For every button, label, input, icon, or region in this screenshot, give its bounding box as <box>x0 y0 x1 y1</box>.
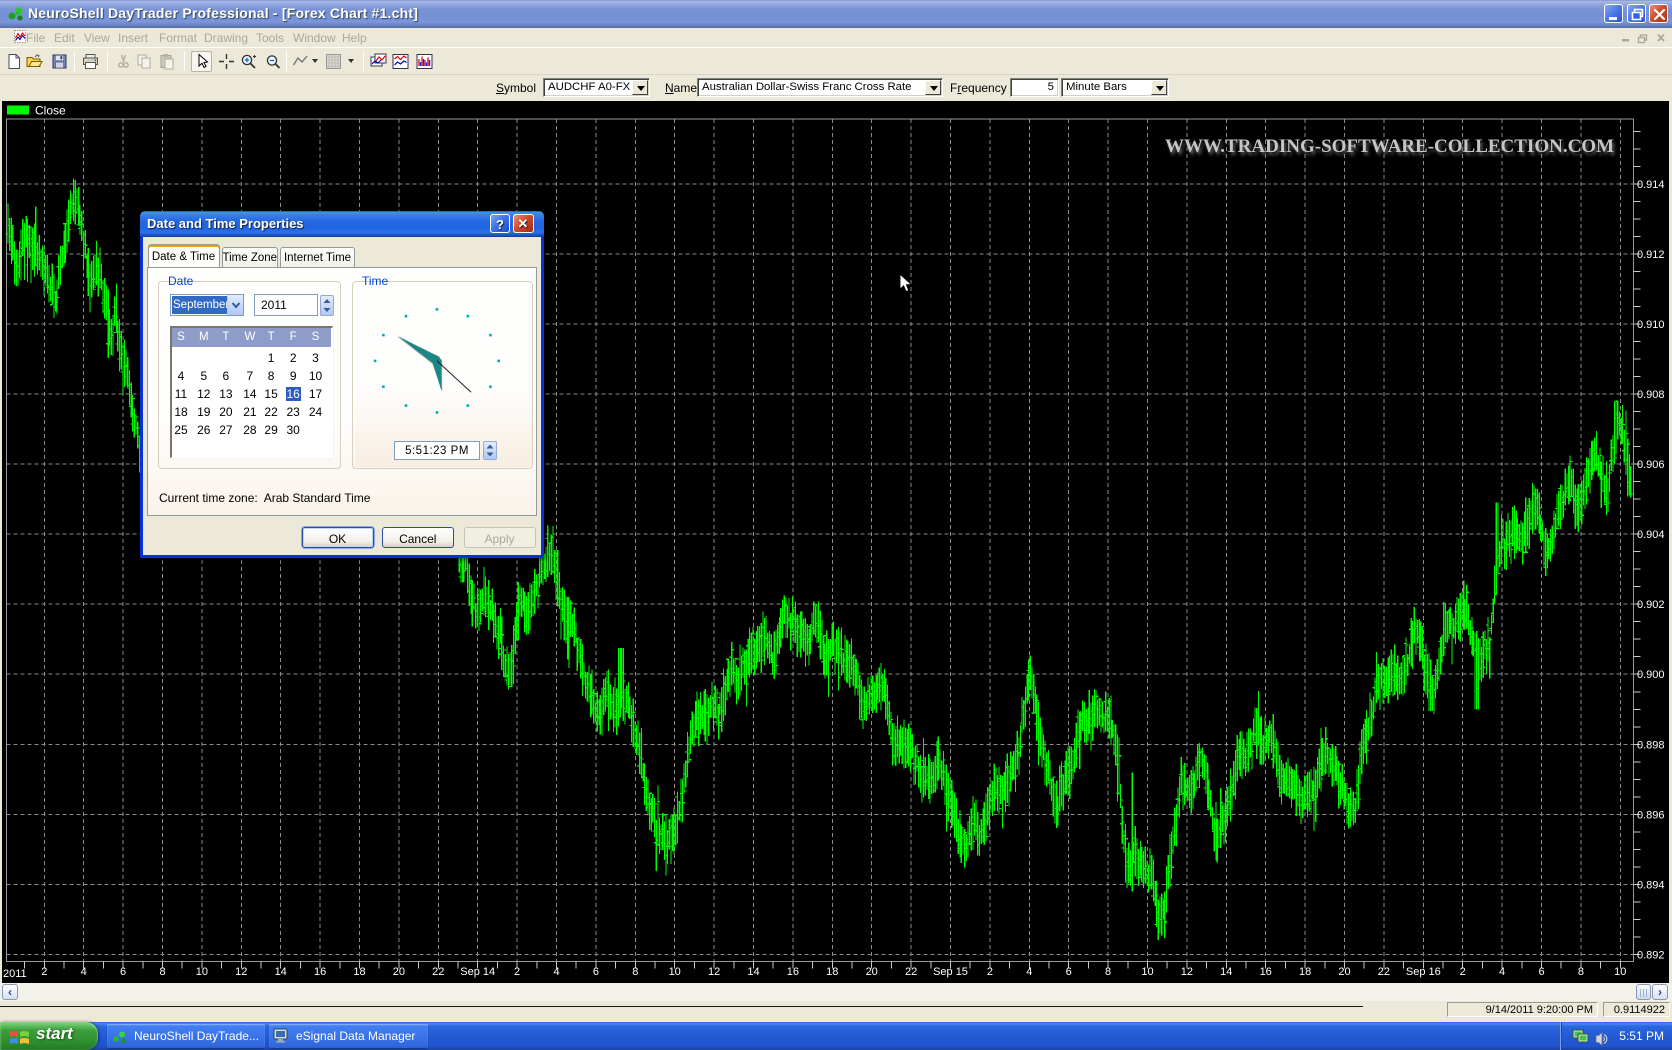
svg-text:Sep 15: Sep 15 <box>933 966 968 978</box>
svg-text:18: 18 <box>353 966 365 978</box>
svg-text:16: 16 <box>787 966 799 978</box>
svg-text:22: 22 <box>1378 966 1390 978</box>
svg-text:20: 20 <box>1338 966 1350 978</box>
svg-text:22: 22 <box>432 966 444 978</box>
svg-text:0.896: 0.896 <box>1637 809 1665 821</box>
svg-text:0.894: 0.894 <box>1637 879 1665 891</box>
svg-text:0.914: 0.914 <box>1637 179 1665 191</box>
svg-text:10: 10 <box>196 966 208 978</box>
svg-text:Close: Close <box>35 104 66 118</box>
svg-text:4: 4 <box>553 966 559 978</box>
svg-text:2: 2 <box>1460 966 1466 978</box>
svg-text:2: 2 <box>41 966 47 978</box>
svg-text:Sep 14: Sep 14 <box>460 966 495 978</box>
svg-text:6: 6 <box>1538 966 1544 978</box>
svg-text:6: 6 <box>120 966 126 978</box>
svg-text:0.902: 0.902 <box>1637 599 1665 611</box>
svg-text:6: 6 <box>593 966 599 978</box>
svg-text:8: 8 <box>1578 966 1584 978</box>
svg-text:0.908: 0.908 <box>1637 389 1665 401</box>
svg-text:18: 18 <box>1299 966 1311 978</box>
svg-text:2011: 2011 <box>3 968 27 980</box>
svg-text:0.904: 0.904 <box>1637 529 1665 541</box>
svg-text:12: 12 <box>1181 966 1193 978</box>
svg-text:2: 2 <box>987 966 993 978</box>
svg-text:0.898: 0.898 <box>1637 739 1665 751</box>
svg-text:10: 10 <box>1141 966 1153 978</box>
svg-text:12: 12 <box>708 966 720 978</box>
svg-text:4: 4 <box>81 966 87 978</box>
svg-text:10: 10 <box>1614 966 1626 978</box>
svg-text:6: 6 <box>1066 966 1072 978</box>
svg-text:8: 8 <box>1105 966 1111 978</box>
svg-text:8: 8 <box>159 966 165 978</box>
svg-text:0.910: 0.910 <box>1637 319 1665 331</box>
svg-text:Sep 16: Sep 16 <box>1406 966 1441 978</box>
svg-text:10: 10 <box>669 966 681 978</box>
svg-text:20: 20 <box>866 966 878 978</box>
svg-text:20: 20 <box>393 966 405 978</box>
svg-text:8: 8 <box>632 966 638 978</box>
svg-text:2: 2 <box>514 966 520 978</box>
svg-text:18: 18 <box>826 966 838 978</box>
svg-text:16: 16 <box>1260 966 1272 978</box>
svg-text:14: 14 <box>1220 966 1232 978</box>
svg-text:4: 4 <box>1026 966 1032 978</box>
svg-text:12: 12 <box>235 966 247 978</box>
svg-text:0.906: 0.906 <box>1637 459 1665 471</box>
svg-text:22: 22 <box>905 966 917 978</box>
svg-text:0.912: 0.912 <box>1637 249 1665 261</box>
svg-text:0.900: 0.900 <box>1637 669 1665 681</box>
svg-text:4: 4 <box>1499 966 1505 978</box>
svg-text:14: 14 <box>747 966 759 978</box>
svg-text:0.892: 0.892 <box>1637 949 1665 961</box>
svg-text:16: 16 <box>314 966 326 978</box>
svg-text:14: 14 <box>275 966 287 978</box>
